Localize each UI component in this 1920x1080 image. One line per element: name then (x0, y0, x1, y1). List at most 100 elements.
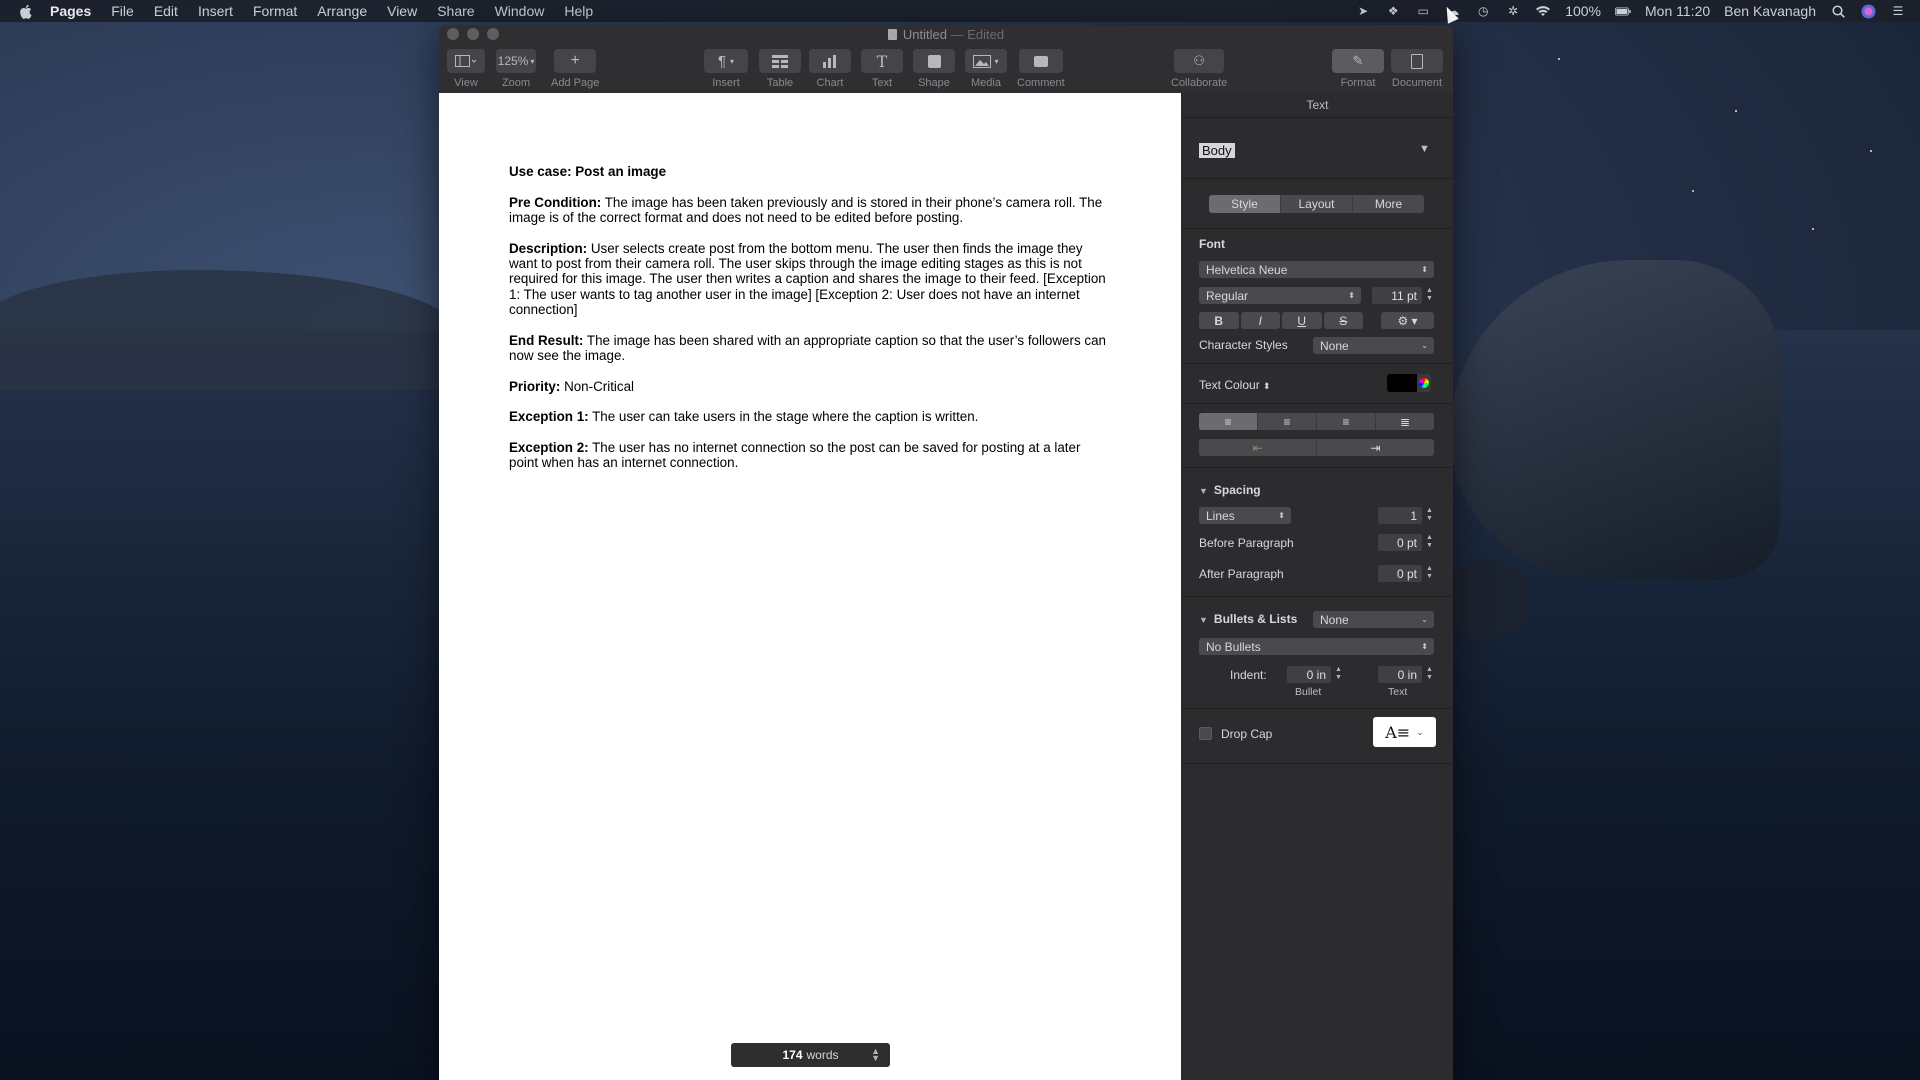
colour-wheel-icon[interactable] (1417, 374, 1431, 392)
character-styles-value: None (1320, 338, 1349, 353)
time-machine-icon[interactable]: ◷ (1475, 4, 1491, 18)
drop-cap-checkbox[interactable] (1199, 727, 1212, 740)
view-control[interactable]: View (447, 49, 485, 89)
menu-app-pages[interactable]: Pages (40, 3, 101, 19)
italic-button[interactable]: I (1240, 312, 1280, 329)
table-control[interactable]: Table (759, 49, 801, 89)
text-box-button[interactable]: T (861, 49, 903, 73)
menu-user[interactable]: Ben Kavanagh (1724, 3, 1816, 19)
zoom-value: 125% (497, 54, 529, 68)
plus-icon: + (570, 52, 580, 69)
airplay-icon[interactable]: ▭ (1415, 4, 1431, 18)
text-colour-well[interactable] (1387, 374, 1431, 392)
insert-control[interactable]: ¶ ▾ Insert (704, 49, 748, 89)
media-control[interactable]: ▾ Media (965, 49, 1007, 89)
font-size-field[interactable]: 11 pt (1372, 287, 1422, 304)
tab-layout[interactable]: Layout (1281, 195, 1353, 213)
spacing-section[interactable]: ▼ Spacing (1199, 483, 1261, 497)
menu-clock[interactable]: Mon 11:20 (1645, 3, 1710, 19)
document-page[interactable]: Use case: Post an image Pre Condition: T… (439, 93, 1181, 1080)
bullet-style-popup[interactable]: No Bullets ⬍ (1199, 638, 1434, 655)
menu-file[interactable]: File (101, 3, 144, 19)
align-justify-icon[interactable]: ≣ (1376, 413, 1434, 430)
chart-control[interactable]: Chart (809, 49, 851, 89)
before-paragraph-stepper[interactable]: ▲ ▼ (1425, 534, 1434, 551)
line-spacing-field[interactable]: 1 (1378, 507, 1422, 524)
font-size-stepper[interactable]: ▲ ▼ (1425, 287, 1434, 304)
paragraph-style-name[interactable]: Body (1199, 143, 1235, 158)
before-paragraph-field[interactable]: 0 pt (1378, 534, 1422, 551)
tab-more[interactable]: More (1353, 195, 1424, 213)
zoom-label: Zoom (501, 77, 531, 89)
dropbox-icon[interactable]: ❖ (1385, 4, 1401, 18)
bluetooth-icon[interactable]: ✲ (1505, 4, 1521, 18)
after-paragraph-field[interactable]: 0 pt (1378, 565, 1422, 582)
menu-edit[interactable]: Edit (144, 3, 188, 19)
zoom-popup[interactable]: 125% ▾ (496, 49, 536, 73)
notification-center-icon[interactable]: ☰ (1890, 4, 1906, 18)
drop-cap-style-picker[interactable]: A≡ ⌄ (1373, 717, 1436, 747)
comment-control[interactable]: Comment (1017, 49, 1065, 89)
add-page-control[interactable]: + Add Page (551, 49, 599, 89)
bold-button[interactable]: B (1199, 312, 1239, 329)
menu-help[interactable]: Help (554, 3, 603, 19)
spotlight-search-icon[interactable] (1830, 4, 1846, 18)
document-control[interactable]: Document (1391, 49, 1443, 89)
location-arrow-icon[interactable]: ➤ (1355, 4, 1371, 18)
text-indent-field[interactable]: 0 in (1378, 666, 1422, 683)
view-button[interactable] (447, 49, 485, 73)
character-styles-popup[interactable]: None ⌄ (1313, 337, 1434, 354)
word-count-control[interactable]: 174 words ▲ ▼ (731, 1043, 890, 1067)
bullets-section[interactable]: ▼ Bullets & Lists (1199, 612, 1297, 626)
insert-button[interactable]: ¶ ▾ (704, 49, 748, 73)
media-button[interactable]: ▾ (965, 49, 1007, 73)
menu-share[interactable]: Share (427, 3, 484, 19)
strikethrough-button[interactable]: S (1323, 312, 1363, 329)
format-button[interactable]: ✎ (1332, 49, 1384, 73)
table-button[interactable] (759, 49, 801, 73)
font-section-label: Font (1199, 237, 1225, 251)
collaborate-control[interactable]: ⚇ Collaborate (1171, 49, 1227, 89)
chart-button[interactable] (809, 49, 851, 73)
paragraph-style-dropdown-icon[interactable]: ▼ (1419, 143, 1430, 155)
add-page-button[interactable]: + (554, 49, 597, 73)
collaborate-button[interactable]: ⚇ (1174, 49, 1225, 73)
bullets-popup[interactable]: None ⌄ (1313, 611, 1434, 628)
shape-control[interactable]: Shape (913, 49, 955, 89)
align-right-icon[interactable]: ≡ (1317, 413, 1376, 430)
format-control[interactable]: ✎ Format (1332, 49, 1384, 89)
battery-icon[interactable] (1615, 4, 1631, 18)
increase-indent-icon[interactable]: ⇥ (1317, 439, 1434, 456)
menu-view[interactable]: View (377, 3, 427, 19)
paragraph-label: Exception 2: (509, 439, 589, 455)
comment-button[interactable] (1018, 49, 1063, 73)
tab-style[interactable]: Style (1209, 195, 1281, 213)
text-style-buttons: B I U S (1199, 312, 1363, 329)
menu-format[interactable]: Format (243, 3, 307, 19)
shape-button[interactable] (913, 49, 955, 73)
underline-button[interactable]: U (1282, 312, 1322, 329)
menu-arrange[interactable]: Arrange (307, 3, 377, 19)
after-paragraph-stepper[interactable]: ▲ ▼ (1425, 565, 1434, 582)
siri-icon[interactable] (1860, 4, 1876, 18)
document-body[interactable]: Use case: Post an image Pre Condition: T… (509, 164, 1109, 486)
text-options-button[interactable]: ⚙ ▾ (1381, 312, 1434, 329)
line-spacing-stepper[interactable]: ▲ ▼ (1425, 507, 1434, 524)
bullet-indent-stepper[interactable]: ▲ ▼ (1334, 666, 1343, 683)
document-button[interactable] (1391, 49, 1443, 73)
align-center-icon[interactable]: ≡ (1258, 413, 1317, 430)
apple-icon[interactable] (16, 0, 34, 22)
font-family-popup[interactable]: Helvetica Neue ⬍ (1199, 261, 1434, 278)
menu-insert[interactable]: Insert (188, 3, 243, 19)
font-weight-popup[interactable]: Regular ⬍ (1199, 287, 1361, 304)
spacing-mode-popup[interactable]: Lines ⬍ (1199, 507, 1291, 524)
text-control[interactable]: T Text (861, 49, 903, 89)
decrease-indent-icon[interactable]: ⇤ (1199, 439, 1317, 456)
align-left-icon[interactable]: ≡ (1199, 413, 1258, 430)
text-indent-stepper[interactable]: ▲ ▼ (1425, 666, 1434, 683)
menu-window[interactable]: Window (485, 3, 555, 19)
wifi-icon[interactable] (1535, 4, 1551, 18)
zoom-control[interactable]: 125% ▾ Zoom (496, 49, 536, 89)
desktop-island-left (0, 270, 460, 390)
bullet-indent-field[interactable]: 0 in (1287, 666, 1331, 683)
